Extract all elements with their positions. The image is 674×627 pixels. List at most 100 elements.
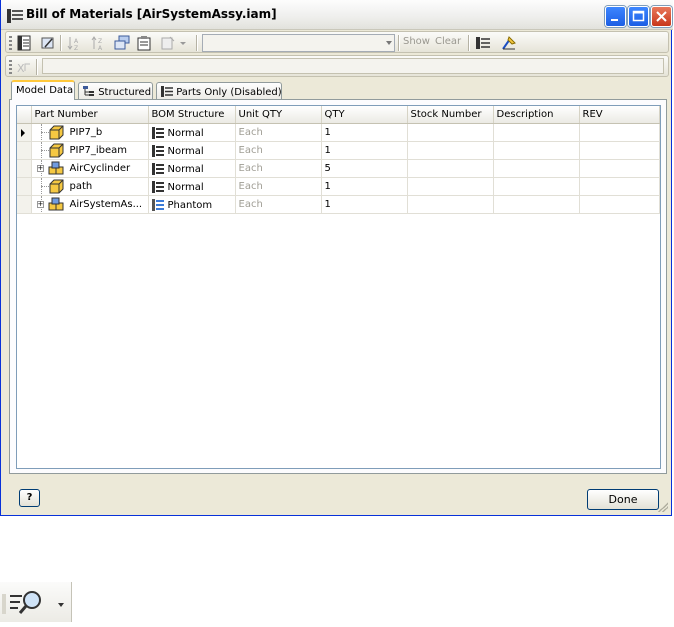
part-icon — [49, 143, 63, 158]
tab-model-data[interactable]: Model Data — [11, 80, 75, 100]
close-button[interactable] — [651, 6, 672, 27]
bom-list-icon[interactable] — [475, 35, 491, 51]
part-number-cell[interactable]: PIP7_ibeam — [31, 141, 149, 160]
part-number-cell[interactable]: + AirCyclinder — [31, 159, 149, 178]
description-cell[interactable] — [493, 159, 580, 178]
maximize-button[interactable] — [628, 6, 649, 27]
tab-parts-only[interactable]: Parts Only (Disabled) — [156, 82, 282, 99]
sort-descending-icon[interactable]: ZA — [90, 35, 106, 51]
bom-structure-cell[interactable]: Normal — [148, 141, 236, 160]
table-row[interactable]: PIP7_ibeam Normal Each 1 — [17, 141, 660, 160]
bom-structure-cell[interactable]: Normal — [148, 177, 236, 196]
unit-qty-cell[interactable]: Each — [235, 177, 322, 196]
normal-structure-icon — [151, 126, 164, 139]
table-row[interactable]: + AirSystemAs... Phantom Each 1 — [17, 195, 660, 214]
column-header[interactable]: Unit QTY — [235, 106, 322, 124]
rev-cell[interactable] — [579, 177, 660, 196]
part-number-cell[interactable]: PIP7_b — [31, 123, 149, 142]
bom-app-icon — [7, 9, 23, 23]
column-header[interactable]: Description — [493, 106, 580, 124]
qty-cell[interactable]: 1 — [321, 123, 408, 142]
row-selector[interactable] — [17, 123, 32, 142]
maximize-icon — [632, 10, 645, 22]
rev-cell[interactable] — [579, 123, 660, 142]
stock-number-cell[interactable] — [407, 123, 494, 142]
stock-number-cell[interactable] — [407, 177, 494, 196]
resize-grip[interactable] — [658, 502, 668, 512]
description-cell[interactable] — [493, 123, 580, 142]
column-header[interactable]: BOM Structure — [148, 106, 236, 124]
current-row-indicator — [21, 128, 25, 137]
stock-number-cell[interactable] — [407, 141, 494, 160]
part-number-cell[interactable]: + AirSystemAs... — [31, 195, 149, 214]
clear-button[interactable]: Clear — [435, 36, 461, 47]
expand-toggle[interactable]: + — [36, 165, 44, 172]
minimize-button[interactable] — [605, 6, 626, 27]
rev-cell[interactable] — [579, 159, 660, 178]
edit-icon[interactable] — [40, 35, 56, 51]
row-selector[interactable] — [17, 177, 32, 196]
rev-cell[interactable] — [579, 195, 660, 214]
bom-structure-cell[interactable]: Normal — [148, 159, 236, 178]
bom-settings-icon[interactable] — [501, 35, 517, 51]
qty-cell[interactable]: 1 — [321, 195, 408, 214]
part-number-cell[interactable]: path — [31, 177, 149, 196]
column-header[interactable]: REV — [579, 106, 660, 124]
description-cell[interactable] — [493, 141, 580, 160]
minimize-icon — [611, 19, 618, 21]
column-chooser-icon[interactable] — [160, 35, 176, 51]
show-button[interactable]: Show — [403, 36, 430, 47]
undo-icon[interactable]: X — [16, 59, 32, 75]
toolbar-separator — [468, 35, 470, 51]
qty-cell[interactable]: 5 — [321, 159, 408, 178]
done-button[interactable]: Done — [587, 489, 659, 510]
expand-toggle[interactable]: + — [36, 201, 44, 208]
column-header[interactable]: Stock Number — [407, 106, 494, 124]
part-number: AirCyclinder — [69, 163, 131, 174]
chevron-down-icon[interactable] — [178, 35, 188, 51]
toolbar-grip[interactable] — [9, 36, 12, 50]
svg-text:Z: Z — [74, 45, 78, 51]
table-view-icon[interactable] — [16, 35, 32, 51]
bom-window: Bill of Materials [AirSystemAssy.iam] AZ… — [0, 0, 673, 516]
table-row[interactable]: PIP7_b Normal Each 1 — [17, 123, 660, 142]
normal-structure-icon — [151, 180, 164, 193]
stock-number-cell[interactable] — [407, 159, 494, 178]
rev-cell[interactable] — [579, 141, 660, 160]
unit-qty-cell[interactable]: Each — [235, 123, 322, 142]
export-icon[interactable] — [136, 35, 152, 51]
title-bar[interactable]: Bill of Materials [AirSystemAssy.iam] — [1, 0, 673, 30]
row-selector[interactable] — [17, 159, 32, 178]
toolbar-separator — [196, 35, 198, 51]
sort-ascending-icon[interactable]: AZ — [66, 35, 82, 51]
row-selector[interactable] — [17, 195, 32, 214]
bom-grid[interactable]: Part Number BOM Structure Unit QTY QTY S… — [16, 105, 661, 469]
description-cell[interactable] — [493, 195, 580, 214]
bom-structure-cell[interactable]: Normal — [148, 123, 236, 142]
column-header-selector[interactable] — [17, 106, 32, 124]
part-icon — [49, 179, 63, 194]
row-selector[interactable] — [17, 141, 32, 160]
renumber-icon[interactable] — [114, 35, 130, 51]
column-header[interactable]: Part Number — [31, 106, 149, 124]
toolbar-grip[interactable] — [9, 60, 12, 74]
unit-qty-cell[interactable]: Each — [235, 159, 322, 178]
unit-qty-cell[interactable]: Each — [235, 195, 322, 214]
tab-structured[interactable]: Structured — [78, 82, 153, 99]
zoom-icon[interactable] — [2, 588, 68, 618]
window-title: Bill of Materials [AirSystemAssy.iam] — [26, 7, 277, 21]
description-cell[interactable] — [493, 177, 580, 196]
help-button[interactable]: ? — [19, 489, 40, 507]
parts-only-icon — [161, 86, 173, 97]
qty-cell[interactable]: 1 — [321, 177, 408, 196]
qty-cell[interactable]: 1 — [321, 141, 408, 160]
formula-bar[interactable] — [42, 58, 664, 74]
table-row[interactable]: + AirCyclinder Normal Each 5 — [17, 159, 660, 178]
unit-qty-cell[interactable]: Each — [235, 141, 322, 160]
bom-structure-cell[interactable]: Phantom — [148, 195, 236, 214]
column-header[interactable]: QTY — [321, 106, 408, 124]
structured-icon — [83, 86, 94, 96]
stock-number-cell[interactable] — [407, 195, 494, 214]
filter-combo[interactable] — [202, 34, 395, 52]
table-row[interactable]: path Normal Each 1 — [17, 177, 660, 196]
